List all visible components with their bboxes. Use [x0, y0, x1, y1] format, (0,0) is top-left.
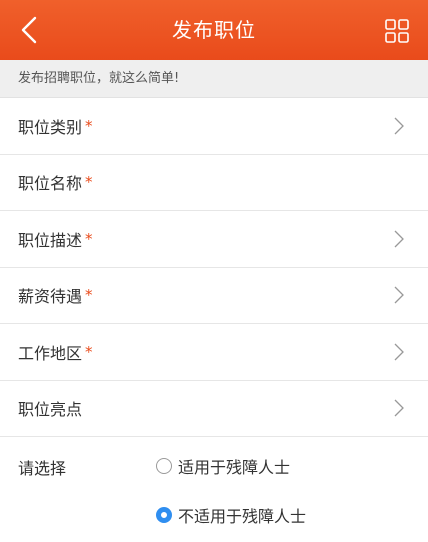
choice-label: 请选择 — [18, 459, 67, 478]
field-label: 职位描述 — [18, 230, 83, 250]
required-mark: * — [85, 286, 93, 305]
field-label: 工作地区 — [18, 343, 83, 363]
field-job-name[interactable]: 职位名称 * — [0, 155, 428, 211]
field-salary[interactable]: 薪资待遇 * — [0, 268, 428, 324]
required-mark: * — [85, 173, 93, 192]
radio-unchecked-icon[interactable] — [156, 458, 172, 474]
required-mark: * — [85, 342, 93, 361]
field-label: 职位名称 — [18, 174, 83, 194]
page-title: 发布职位 — [172, 18, 256, 42]
field-label: 薪资待遇 — [18, 287, 83, 307]
required-mark: * — [85, 116, 93, 135]
option-label: 适用于残障人士 — [178, 458, 291, 477]
subtitle-bar: 发布招聘职位，就这么简单! — [0, 60, 428, 98]
field-job-highlights[interactable]: 职位亮点 — [0, 381, 428, 437]
chevron-right-icon — [394, 230, 404, 248]
radio-checked-icon[interactable] — [156, 507, 172, 523]
chevron-right-icon — [394, 343, 404, 361]
chevron-right-icon — [394, 286, 404, 304]
field-label: 职位类别 — [18, 117, 83, 137]
app-header: 发布职位 — [0, 0, 428, 60]
option-not-suitable-disabled[interactable]: 不适用于残障人士 — [156, 503, 306, 527]
field-job-description[interactable]: 职位描述 * — [0, 211, 428, 268]
field-work-area[interactable]: 工作地区 * — [0, 324, 428, 381]
job-form: 职位类别 * 职位名称 * 职位描述 * 薪资待遇 * 工作地区 * 职位亮点 … — [0, 98, 428, 542]
required-mark: * — [85, 229, 93, 248]
option-suitable-disabled[interactable]: 适用于残障人士 — [156, 454, 290, 478]
option-label: 不适用于残障人士 — [178, 507, 307, 526]
menu-button[interactable] — [384, 18, 410, 44]
field-label: 职位亮点 — [18, 400, 83, 420]
disability-choice: 请选择 适用于残障人士 不适用于残障人士 — [0, 437, 428, 542]
field-job-category[interactable]: 职位类别 * — [0, 98, 428, 155]
grid-icon — [385, 19, 409, 43]
chevron-right-icon — [394, 117, 404, 135]
chevron-right-icon — [394, 399, 404, 417]
